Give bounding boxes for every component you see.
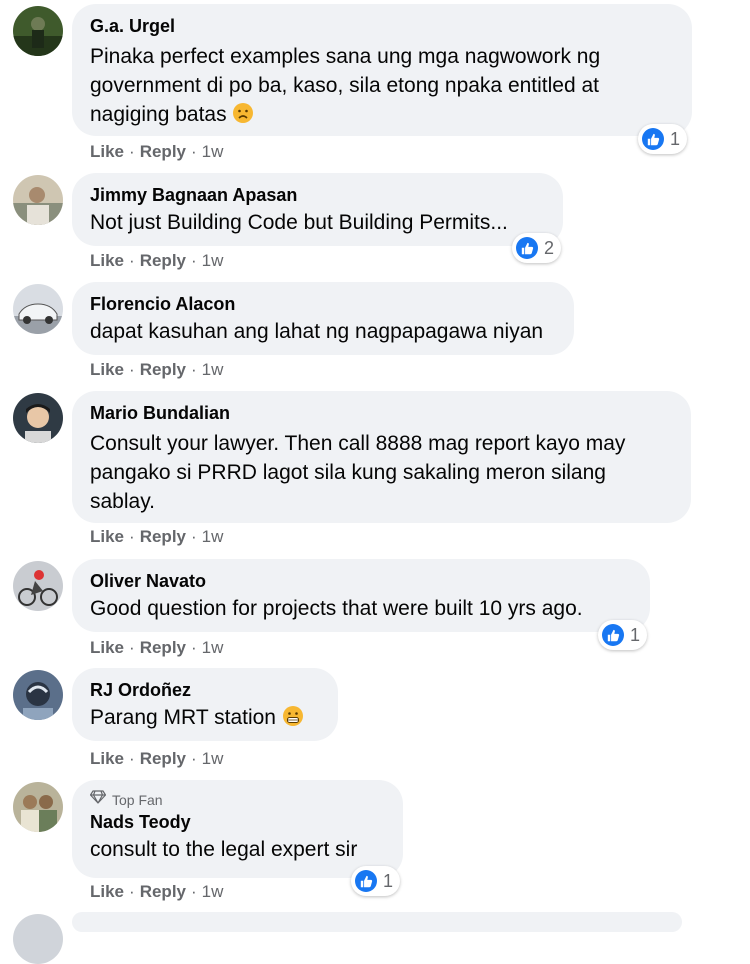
- like-link[interactable]: Like: [90, 882, 124, 902]
- avatar[interactable]: [13, 561, 63, 611]
- reply-link[interactable]: Reply: [140, 882, 186, 902]
- worried-face-icon: [232, 102, 254, 132]
- reply-link[interactable]: Reply: [140, 527, 186, 547]
- reply-link[interactable]: Reply: [140, 638, 186, 658]
- comment-text: Not just Building Code but Building Perm…: [90, 211, 508, 234]
- comment-bubble: RJ Ordoñez Parang MRT station: [72, 668, 338, 741]
- grimacing-face-icon: [282, 705, 304, 735]
- like-reaction-icon: [516, 237, 538, 259]
- avatar[interactable]: [13, 6, 63, 56]
- reaction-count-badge[interactable]: 1: [351, 866, 401, 896]
- avatar[interactable]: [13, 284, 63, 334]
- reply-link[interactable]: Reply: [140, 251, 186, 271]
- reaction-count-badge[interactable]: 2: [512, 233, 562, 263]
- diamond-icon: [89, 790, 107, 809]
- comment-text: Parang MRT station: [90, 703, 320, 735]
- comment-bubble: Mario Bundalian Consult your lawyer. The…: [72, 391, 691, 523]
- like-link[interactable]: Like: [90, 251, 124, 271]
- like-reaction-icon: [355, 870, 377, 892]
- like-link[interactable]: Like: [90, 527, 124, 547]
- commenter-name[interactable]: RJ Ordoñez: [90, 679, 320, 701]
- comment-actions: Like · Reply · 1w: [90, 749, 224, 769]
- comment-actions: Like · Reply · 1w: [90, 527, 224, 547]
- commenter-name[interactable]: Mario Bundalian: [90, 402, 673, 424]
- timestamp[interactable]: 1w: [202, 638, 224, 658]
- comment-bubble: Jimmy Bagnaan Apasan Not just Building C…: [72, 173, 563, 246]
- reply-link[interactable]: Reply: [140, 142, 186, 162]
- commenter-name[interactable]: Jimmy Bagnaan Apasan: [90, 184, 545, 206]
- avatar[interactable]: [13, 782, 63, 832]
- comment-actions: Like · Reply · 1w: [90, 251, 224, 271]
- comment-actions: Like · Reply · 1w: [90, 638, 224, 658]
- avatar[interactable]: [13, 670, 63, 720]
- comment-bubble: Top Fan Nads Teody consult to the legal …: [72, 780, 403, 878]
- next-comment-bubble: [72, 912, 682, 932]
- timestamp[interactable]: 1w: [202, 882, 224, 902]
- like-reaction-icon: [642, 128, 664, 150]
- comment-text: consult to the legal expert sir: [90, 838, 358, 861]
- comment-text: Good question for projects that were bui…: [90, 597, 583, 620]
- reaction-count-badge[interactable]: 1: [638, 124, 688, 154]
- comment-text: Pinaka perfect examples sana ung mga nag…: [90, 42, 674, 132]
- like-link[interactable]: Like: [90, 142, 124, 162]
- timestamp[interactable]: 1w: [202, 527, 224, 547]
- timestamp[interactable]: 1w: [202, 360, 224, 380]
- commenter-name[interactable]: Florencio Alacon: [90, 293, 556, 315]
- comment-actions: Like · Reply · 1w: [90, 882, 224, 902]
- comment-bubble: Oliver Navato Good question for projects…: [72, 559, 650, 632]
- reply-link[interactable]: Reply: [140, 749, 186, 769]
- avatar[interactable]: [13, 393, 63, 443]
- like-link[interactable]: Like: [90, 638, 124, 658]
- comment-actions: Like · Reply · 1w: [90, 142, 224, 162]
- comment-bubble: Florencio Alacon dapat kasuhan ang lahat…: [72, 282, 574, 355]
- comment-text: dapat kasuhan ang lahat ng nagpapagawa n…: [90, 320, 544, 343]
- next-comment-avatar[interactable]: [13, 914, 63, 964]
- comment-bubble: G.a. Urgel Pinaka perfect examples sana …: [72, 4, 692, 136]
- commenter-name[interactable]: G.a. Urgel: [90, 15, 674, 37]
- commenter-name[interactable]: Oliver Navato: [90, 570, 632, 592]
- top-fan-badge[interactable]: Top Fan: [89, 790, 385, 809]
- comment-text: Consult your lawyer. Then call 8888 mag …: [90, 432, 626, 513]
- timestamp[interactable]: 1w: [202, 749, 224, 769]
- comment-actions: Like · Reply · 1w: [90, 360, 224, 380]
- commenter-name[interactable]: Nads Teody: [90, 811, 385, 833]
- like-reaction-icon: [602, 624, 624, 646]
- timestamp[interactable]: 1w: [202, 251, 224, 271]
- avatar[interactable]: [13, 175, 63, 225]
- timestamp[interactable]: 1w: [202, 142, 224, 162]
- reply-link[interactable]: Reply: [140, 360, 186, 380]
- like-link[interactable]: Like: [90, 749, 124, 769]
- like-link[interactable]: Like: [90, 360, 124, 380]
- reaction-count-badge[interactable]: 1: [598, 620, 648, 650]
